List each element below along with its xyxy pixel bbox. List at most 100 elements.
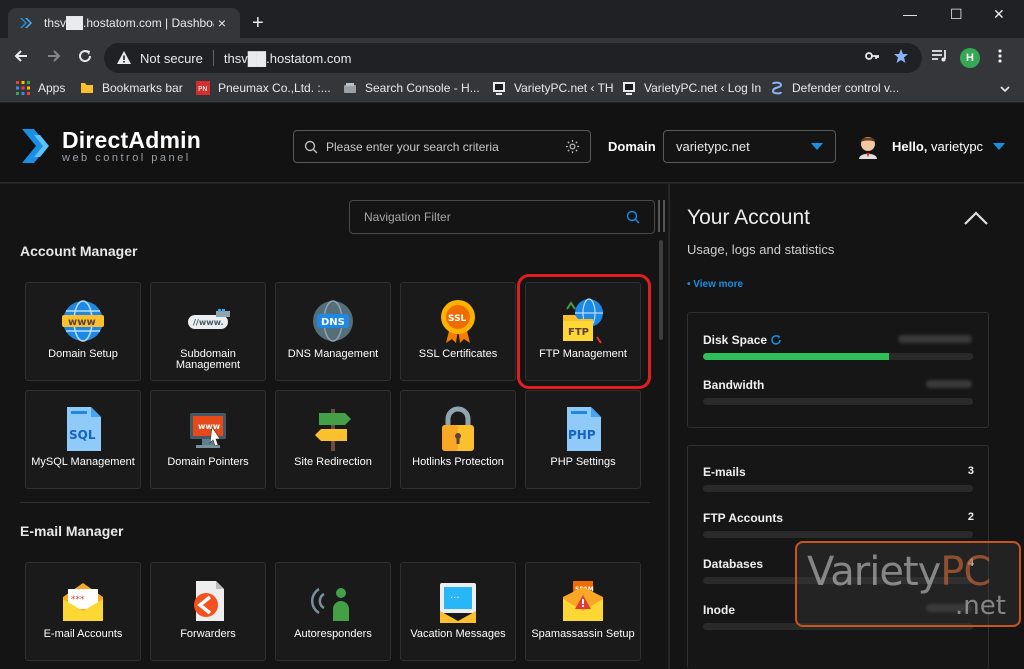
tile-autoresponders[interactable]: Autoresponders xyxy=(275,562,391,661)
tile-spamassassin-setup[interactable]: SPAM Spamassassin Setup xyxy=(525,562,641,661)
bookmark-varietypc-login[interactable]: VarietyPC.net ‹ Log In xyxy=(622,81,761,95)
search-settings-gear-icon[interactable] xyxy=(565,139,580,154)
domain-select-value: varietypc.net xyxy=(676,139,750,154)
svg-text:***: *** xyxy=(71,595,85,605)
back-arrow-icon[interactable] xyxy=(12,47,30,65)
tile-domain-setup[interactable]: www Domain Setup xyxy=(25,282,141,381)
chrome-menu-icon[interactable] xyxy=(997,48,1003,64)
navigation-filter[interactable]: Navigation Filter xyxy=(349,200,655,234)
watermark-brand-accent: PC xyxy=(940,549,991,595)
php-document-icon: PHP xyxy=(567,407,601,451)
refresh-icon[interactable] xyxy=(770,334,782,346)
bookmark-star-icon[interactable] xyxy=(893,48,909,64)
varietypc-watermark: VarietyPC .net xyxy=(795,541,1021,627)
tile-subdomain-management[interactable]: //www. Subdomain Management xyxy=(150,282,266,381)
main-content: Navigation Filter Account Manager www Do… xyxy=(0,184,668,669)
bandwidth-progress-bar xyxy=(703,398,973,405)
bookmark-varietypc-th[interactable]: VarietyPC.net ‹ TH xyxy=(492,81,614,95)
search-icon xyxy=(304,140,318,153)
bookmark-bookmarks-bar[interactable]: Bookmarks bar xyxy=(80,81,183,95)
tile-domain-pointers[interactable]: www Domain Pointers xyxy=(150,390,266,489)
search-console-icon xyxy=(344,83,356,93)
search-input[interactable]: Please enter your search criteria xyxy=(326,140,565,154)
panel-resize-handle[interactable] xyxy=(663,200,665,232)
directadmin-logo[interactable]: DirectAdmin web control panel xyxy=(20,127,201,165)
tab-close-icon[interactable]: × xyxy=(214,15,230,31)
padlock-icon xyxy=(442,406,474,451)
disk-space-value-redacted xyxy=(898,335,972,343)
bookmarks-overflow-icon[interactable] xyxy=(1000,86,1010,94)
tile-label: Site Redirection xyxy=(294,456,372,468)
tile-label: DNS Management xyxy=(287,348,379,360)
bookmark-defender-control[interactable]: Defender control v... xyxy=(770,81,899,95)
address-bar[interactable]: Not secure thsv██.hostatom.com xyxy=(104,43,922,73)
user-menu-chevron-icon xyxy=(993,142,1006,150)
ssl-badge-icon: SSL xyxy=(441,300,475,343)
ftp-accounts-label: FTP Accounts xyxy=(703,511,784,525)
tile-label: Domain Setup xyxy=(48,348,118,360)
bookmark-pneumax[interactable]: PN Pneumax Co.,Ltd. :... xyxy=(196,81,331,95)
bookmark-label: VarietyPC.net ‹ Log In xyxy=(644,81,762,95)
tile-site-redirection[interactable]: Site Redirection xyxy=(275,390,391,489)
svg-text:www: www xyxy=(198,422,221,431)
browser-tab-title: thsv██.hostatom.com | Dashboard xyxy=(44,16,214,30)
close-window-icon[interactable]: ✕ xyxy=(993,6,1005,23)
vacation-message-icon: ··· xyxy=(440,583,476,623)
tile-label: Spamassassin Setup xyxy=(531,628,635,640)
not-secure-label[interactable]: Not secure xyxy=(140,51,203,66)
section-title-email-manager: E-mail Manager xyxy=(20,523,124,539)
tile-mysql-management[interactable]: SQL MySQL Management xyxy=(25,390,141,489)
envelope-icon: *** xyxy=(63,583,103,621)
bookmark-label: Defender control v... xyxy=(792,81,900,95)
tile-ssl-certificates[interactable]: SSL SSL Certificates xyxy=(400,282,516,381)
bookmark-label: Search Console - H... xyxy=(365,81,480,95)
profile-avatar[interactable]: H xyxy=(960,48,980,68)
url-text[interactable]: thsv██.hostatom.com xyxy=(224,51,352,66)
tile-vacation-messages[interactable]: ··· Vacation Messages xyxy=(400,562,516,661)
reload-icon[interactable] xyxy=(76,47,94,65)
tile-dns-management[interactable]: DNS DNS Management xyxy=(275,282,391,381)
bookmark-label: VarietyPC.net ‹ TH xyxy=(514,81,614,95)
domain-select[interactable]: varietypc.net xyxy=(663,130,836,163)
minimize-window-icon[interactable]: — xyxy=(903,6,917,22)
bookmark-search-console[interactable]: Search Console - H... xyxy=(343,81,480,95)
maximize-window-icon[interactable]: ☐ xyxy=(950,6,963,23)
svg-text:SSL: SSL xyxy=(448,314,467,324)
signpost-icon xyxy=(315,409,351,451)
ftp-management-highlight xyxy=(517,274,651,389)
tile-php-settings[interactable]: PHP PHP Settings xyxy=(525,390,641,489)
tile-label: Forwarders xyxy=(180,628,236,640)
spam-envelope-icon: SPAM xyxy=(563,581,603,621)
dns-icon: DNS xyxy=(313,300,353,342)
navigation-filter-input[interactable]: Navigation Filter xyxy=(364,210,626,224)
bookmark-apps[interactable]: Apps xyxy=(16,81,65,95)
defender-icon xyxy=(771,81,783,95)
search-box[interactable]: Please enter your search criteria xyxy=(293,130,591,163)
svg-text://www.: //www. xyxy=(193,318,224,327)
new-tab-button[interactable]: + xyxy=(252,12,264,34)
tile-email-accounts[interactable]: *** E-mail Accounts xyxy=(25,562,141,661)
forward-arrow-icon[interactable] xyxy=(45,47,63,65)
user-menu[interactable]: Hello, varietypc xyxy=(856,133,1006,159)
tile-label: Autoresponders xyxy=(294,628,372,640)
view-more-link[interactable]: • View more xyxy=(687,279,743,290)
tile-forwarders[interactable]: Forwarders xyxy=(150,562,266,661)
chevron-down-icon xyxy=(811,143,823,150)
panel-resize-handle[interactable] xyxy=(658,200,660,232)
key-icon[interactable] xyxy=(864,48,880,64)
browser-tab-active[interactable]: thsv██.hostatom.com | Dashboard × xyxy=(8,8,240,38)
www-globe-icon: www xyxy=(62,300,104,342)
media-queue-icon[interactable] xyxy=(931,48,949,64)
scrollbar[interactable] xyxy=(659,240,663,340)
filter-search-icon xyxy=(626,210,640,224)
tile-label: Domain Pointers xyxy=(167,456,249,468)
tile-label: MySQL Management xyxy=(31,456,135,468)
collapse-chevron-up-icon[interactable] xyxy=(962,208,990,228)
bookmark-label: Bookmarks bar xyxy=(102,81,183,95)
warning-triangle-icon[interactable] xyxy=(116,50,132,66)
bandwidth-label: Bandwidth xyxy=(703,378,765,392)
tile-label: Hotlinks Protection xyxy=(412,456,504,468)
tile-hotlinks-protection[interactable]: Hotlinks Protection xyxy=(400,390,516,489)
ftp-accounts-progress-bar xyxy=(703,531,973,538)
tile-label: E-mail Accounts xyxy=(43,628,123,640)
